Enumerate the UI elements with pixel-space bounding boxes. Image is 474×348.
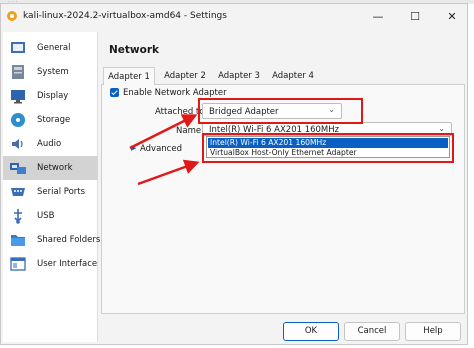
- cancel-button[interactable]: Cancel: [344, 322, 400, 341]
- ok-button[interactable]: OK: [283, 322, 339, 341]
- annotation-arrow-lower: [137, 159, 200, 186]
- annotation-arrows: [129, 114, 200, 186]
- annotation-arrow-upper: [129, 114, 198, 150]
- help-button[interactable]: Help: [405, 322, 461, 341]
